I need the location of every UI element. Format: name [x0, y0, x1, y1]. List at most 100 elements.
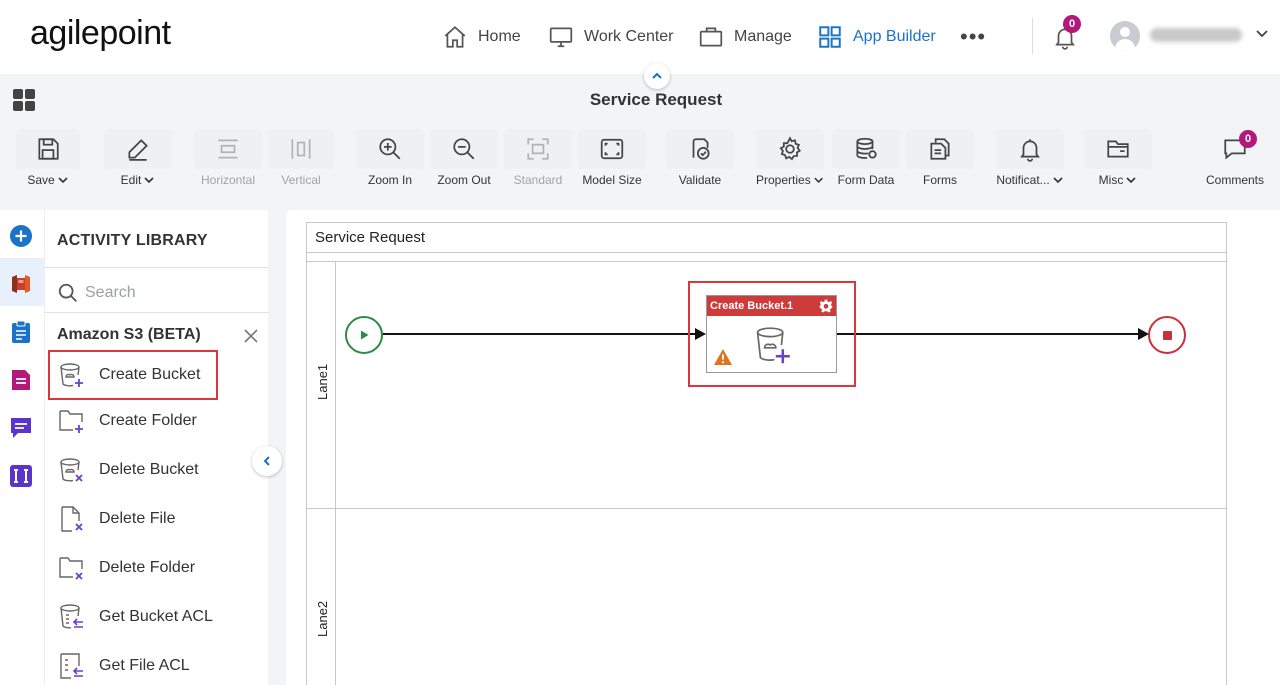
monitor-icon: [548, 24, 574, 50]
nav-app-builder-label: App Builder: [853, 28, 936, 46]
comments-button[interactable]: Comments: [1200, 129, 1270, 189]
warning-icon[interactable]: [713, 348, 733, 366]
zoom-in-button[interactable]: Zoom In: [356, 129, 424, 189]
zoom-out-button[interactable]: Zoom Out: [430, 129, 498, 189]
library-item-get-bucket-acl[interactable]: Get Bucket ACL: [51, 595, 259, 639]
create-bucket-activity[interactable]: Create Bucket.1: [706, 295, 837, 373]
toolbar: Save Edit Horizontal Vertical Zoom In Zo…: [0, 122, 1280, 190]
clipboard-icon[interactable]: [8, 319, 34, 345]
save-label: Save: [27, 173, 54, 187]
edit-button[interactable]: Edit: [104, 129, 172, 189]
library-item-label: Get Bucket ACL: [99, 608, 213, 626]
nav-manage[interactable]: Manage: [698, 22, 792, 52]
sequence-flow-start[interactable]: [383, 333, 696, 335]
library-item-label: Get File ACL: [99, 657, 190, 675]
get-bucket-acl-icon: [57, 602, 87, 632]
more-menu-icon[interactable]: •••: [960, 24, 986, 50]
caret-down-icon: [813, 174, 824, 186]
activity-library-panel: ACTIVITY LIBRARY Amazon S3 (BETA) Create…: [44, 210, 268, 685]
lane2-label[interactable]: Lane2: [315, 601, 330, 637]
start-event[interactable]: [345, 316, 383, 354]
chevron-down-icon[interactable]: [1255, 26, 1269, 40]
activity-title: Create Bucket.1: [710, 300, 793, 312]
validate-button[interactable]: Validate: [666, 129, 734, 189]
home-icon: [442, 24, 468, 50]
model-size-icon: [599, 136, 625, 162]
delete-file-icon: [57, 504, 87, 534]
forms-icon: [927, 136, 953, 162]
comments-label: Comments: [1206, 173, 1264, 187]
user-name-blurred[interactable]: [1150, 28, 1242, 42]
caret-down-icon: [1125, 174, 1137, 186]
zoom-in-icon: [377, 136, 403, 162]
standard-button[interactable]: Standard: [504, 129, 572, 189]
agilepoint-logo[interactable]: agilepoint: [30, 14, 171, 53]
zoom-out-icon: [451, 136, 477, 162]
nav-home-label: Home: [478, 28, 521, 46]
validate-label: Validate: [679, 173, 721, 187]
collapse-library-button[interactable]: [252, 446, 282, 476]
chevron-left-icon: [261, 455, 273, 467]
app-builder-icon: [817, 24, 843, 50]
notification-count-badge: 0: [1063, 15, 1081, 33]
lane-divider: [307, 508, 1226, 509]
gear-icon[interactable]: [819, 299, 833, 313]
delete-folder-icon: [57, 553, 87, 583]
library-item-get-file-acl[interactable]: Get File ACL: [51, 644, 259, 685]
nav-work-center-label: Work Center: [584, 28, 674, 46]
zoom-out-label: Zoom Out: [437, 173, 490, 187]
database-icon: [853, 136, 879, 162]
user-avatar[interactable]: [1110, 21, 1140, 51]
end-event[interactable]: [1148, 316, 1186, 354]
library-item-delete-folder[interactable]: Delete Folder: [51, 546, 259, 590]
library-item-label: Create Folder: [99, 412, 197, 430]
chevron-up-icon: [651, 70, 663, 82]
search-icon: [57, 282, 79, 304]
caret-down-icon: [57, 174, 69, 186]
divider: [45, 267, 269, 268]
form-data-button[interactable]: Form Data: [832, 129, 900, 189]
amazon-s3-icon[interactable]: [8, 271, 34, 297]
delete-bucket-icon: [57, 455, 87, 485]
nav-home[interactable]: Home: [442, 22, 521, 52]
nav-manage-label: Manage: [734, 28, 792, 46]
nav-work-center[interactable]: Work Center: [548, 22, 674, 52]
library-item-delete-file[interactable]: Delete File: [51, 497, 259, 541]
horizontal-button[interactable]: Horizontal: [194, 129, 262, 189]
library-item-create-folder[interactable]: Create Folder: [51, 399, 259, 443]
properties-button[interactable]: Properties: [756, 129, 824, 189]
divider: [307, 261, 1226, 262]
document-icon[interactable]: [8, 367, 34, 393]
pool-title: Service Request: [315, 229, 425, 246]
message-icon[interactable]: [8, 415, 34, 441]
misc-button[interactable]: Misc: [1084, 129, 1152, 189]
pencil-icon: [125, 136, 151, 162]
library-search-input[interactable]: [85, 280, 255, 306]
library-item-create-bucket[interactable]: Create Bucket: [48, 350, 218, 400]
vertical-button[interactable]: Vertical: [268, 129, 334, 189]
nav-app-builder[interactable]: App Builder: [817, 22, 936, 52]
horizontal-label: Horizontal: [201, 173, 255, 187]
collapse-header-button[interactable]: [644, 63, 670, 89]
standard-label: Standard: [514, 173, 563, 187]
top-navigation: agilepoint Home Work Center Manage App B…: [0, 0, 1280, 74]
nav-divider: [1032, 18, 1033, 54]
save-button[interactable]: Save: [16, 129, 80, 189]
misc-label: Misc: [1099, 173, 1124, 187]
page-title: Service Request: [0, 90, 1280, 110]
library-item-delete-bucket[interactable]: Delete Bucket: [51, 448, 259, 492]
library-item-label: Delete File: [99, 510, 175, 528]
add-activity-icon[interactable]: [8, 223, 34, 249]
forms-button[interactable]: Forms: [906, 129, 974, 189]
model-size-button[interactable]: Model Size: [578, 129, 646, 189]
lane1-label[interactable]: Lane1: [315, 364, 330, 400]
sequence-flow-end[interactable]: [837, 333, 1139, 335]
close-icon[interactable]: [243, 328, 259, 344]
folder-icon: [1105, 136, 1131, 162]
category-title: Amazon S3 (BETA): [57, 326, 201, 344]
notifications-button[interactable]: Notificat...: [994, 129, 1066, 189]
caret-down-icon: [143, 174, 155, 186]
edit-label: Edit: [121, 173, 142, 187]
integration-icon[interactable]: [8, 463, 34, 489]
bell-icon: [1017, 136, 1043, 162]
